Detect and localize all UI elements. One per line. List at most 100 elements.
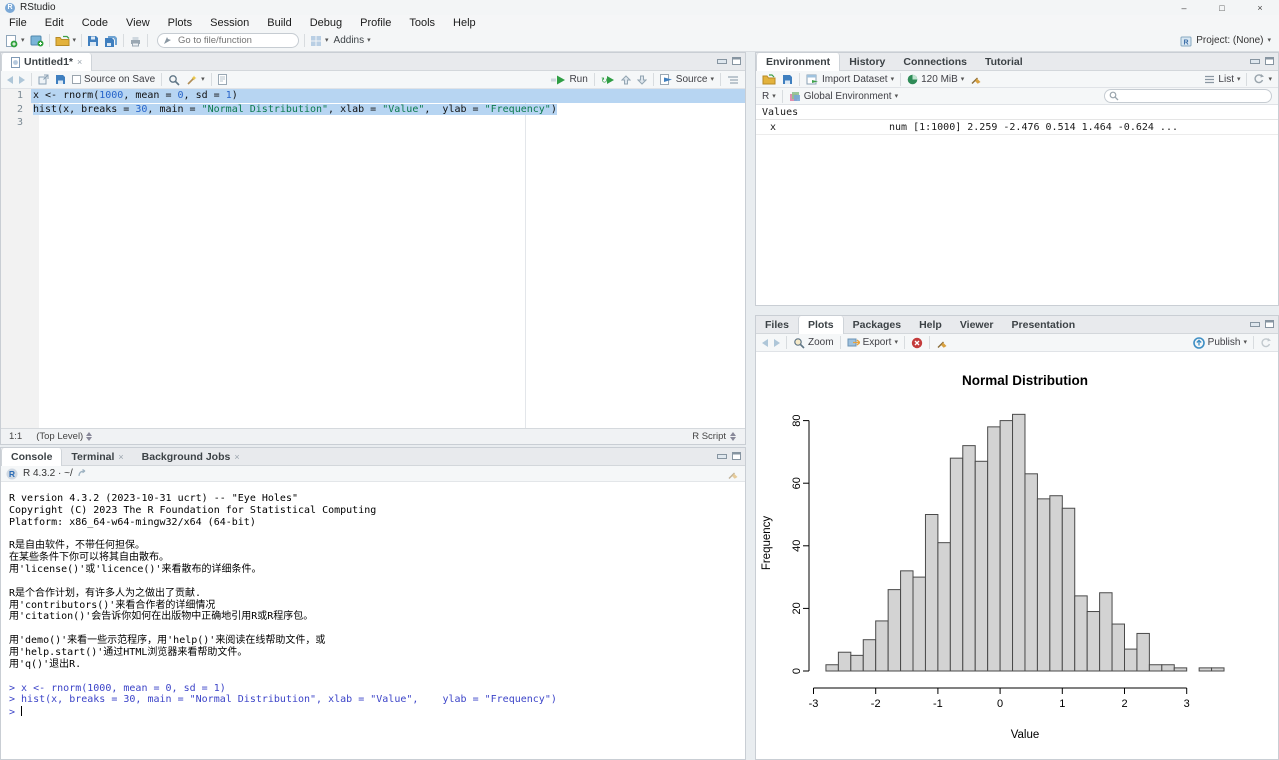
refresh-environment-button[interactable]: ▾ [1253,73,1272,85]
menu-session[interactable]: Session [201,17,258,29]
find-replace-icon[interactable] [168,74,180,86]
menu-build[interactable]: Build [258,17,300,29]
up-arrow-icon[interactable] [621,75,631,85]
menu-tools[interactable]: Tools [400,17,444,29]
zoom-plot-button[interactable]: Zoom [793,337,834,349]
menu-help[interactable]: Help [444,17,485,29]
object-value: num [1:1000] 2.259 -2.476 0.514 1.464 -0… [889,120,1178,134]
tab-console[interactable]: Console [1,448,62,466]
window-maximize-button[interactable]: □ [1203,0,1241,15]
tab-tutorial[interactable]: Tutorial [976,53,1032,70]
window-minimize-button[interactable]: – [1165,0,1203,15]
code-tools-button[interactable]: ▾ [186,74,205,86]
main-toolbar: ▾ ▾ ▾ Addins ▾ R Project: (No [0,30,1279,52]
menu-profile[interactable]: Profile [351,17,400,29]
print-button[interactable] [129,35,142,47]
environment-entry-x[interactable]: x num [1:1000] 2.259 -2.476 0.514 1.464 … [756,120,1278,135]
import-dataset-button[interactable]: Import Dataset ▾ [806,74,894,85]
menu-plots[interactable]: Plots [159,17,201,29]
new-file-button[interactable]: ▾ [5,34,25,48]
environment-search-input[interactable] [1104,89,1272,103]
maximize-pane-icon[interactable] [732,452,741,460]
tab-help[interactable]: Help [910,316,951,333]
console-output-line: 用'citation()'会告诉你如何在出版物中正确地引用R或R程序包。 [9,611,745,623]
console-working-dir[interactable]: R 4.3.2 · ~/ [23,468,73,479]
minimize-pane-icon[interactable] [717,57,727,65]
refresh-plot-icon[interactable] [1260,337,1272,349]
scope-selector[interactable]: (Top Level) [36,431,93,442]
console-output-line: R是个合作计划，有许多人为之做出了贡献. [9,588,745,600]
tab-environment[interactable]: Environment [756,53,840,71]
next-plot-icon[interactable] [774,339,780,347]
code-line: 2hist(x, breaks = 30, main = "Normal Dis… [1,103,745,117]
checkbox-icon [72,75,81,84]
goto-file-input[interactable] [157,33,299,48]
menu-view[interactable]: View [117,17,159,29]
memory-pie-icon [907,74,918,85]
minimize-pane-icon[interactable] [1250,57,1260,65]
close-jobs-icon[interactable]: × [234,452,239,462]
scope-chooser-icon [86,432,93,441]
save-all-button[interactable] [104,35,118,47]
forward-icon[interactable] [19,76,25,84]
editor-tab-untitled1[interactable]: Untitled1* × [1,53,92,71]
tab-viewer[interactable]: Viewer [951,316,1003,333]
code-editor[interactable]: 1x <- rnorm(1000, mean = 0, sd = 1)2hist… [1,89,745,430]
rerun-icon[interactable]: ↻ [601,75,615,85]
back-icon[interactable] [7,76,13,84]
save-icon[interactable] [55,74,66,85]
environment-scope-selector[interactable]: Global Environment ▾ [789,91,898,102]
console-output[interactable]: R version 4.3.2 (2023-10-31 ucrt) -- "Ey… [1,482,745,719]
window-close-button[interactable]: × [1241,0,1279,15]
shortcuts-button[interactable]: ▾ [310,35,329,47]
tab-plots[interactable]: Plots [798,316,844,334]
minimize-pane-icon[interactable] [717,452,727,460]
tab-background-jobs[interactable]: Background Jobs× [133,448,249,465]
tab-files[interactable]: Files [756,316,798,333]
maximize-pane-icon[interactable] [1265,320,1274,328]
tab-terminal[interactable]: Terminal× [62,448,132,465]
remove-plot-icon[interactable] [911,337,923,349]
addins-button[interactable]: Addins ▾ [334,35,371,46]
previous-plot-icon[interactable] [762,339,768,347]
clear-all-plots-icon[interactable] [936,337,948,349]
maximize-pane-icon[interactable] [732,57,741,65]
load-workspace-icon[interactable] [762,74,776,85]
close-tab-icon[interactable]: × [77,57,82,67]
close-terminal-icon[interactable]: × [118,452,123,462]
export-plot-button[interactable]: Export ▾ [847,337,898,348]
down-arrow-icon[interactable] [637,75,647,85]
memory-usage-button[interactable]: 120 MiB ▾ [907,74,964,85]
source-button[interactable]: Source ▾ [660,74,714,85]
filetype-selector[interactable]: R Script [692,431,737,442]
open-in-files-icon[interactable] [78,469,88,478]
menubar: File Edit Code View Plots Session Build … [0,15,1279,30]
list-view-button[interactable]: List ▾ [1204,74,1240,85]
document-outline-icon[interactable] [727,75,739,85]
menu-file[interactable]: File [0,17,36,29]
menu-edit[interactable]: Edit [36,17,73,29]
compile-report-icon[interactable] [218,74,227,85]
project-menu-button[interactable]: R Project: (None) ▾ [1180,35,1271,47]
maximize-pane-icon[interactable] [1265,57,1274,65]
svg-text:-1: -1 [933,698,943,710]
tab-presentation[interactable]: Presentation [1003,316,1085,333]
clear-environment-icon[interactable] [970,73,982,85]
open-file-button[interactable]: ▾ [55,35,77,47]
publish-button[interactable]: Publish ▾ [1193,337,1247,349]
source-on-save-toggle[interactable]: Source on Save [72,74,155,85]
new-project-button[interactable] [30,34,44,47]
console-header: R R 4.3.2 · ~/ [1,466,745,482]
save-workspace-icon[interactable] [782,74,793,85]
popout-icon[interactable] [38,74,49,85]
tab-packages[interactable]: Packages [844,316,910,333]
minimize-pane-icon[interactable] [1250,320,1260,328]
clear-console-icon[interactable] [727,468,739,480]
menu-code[interactable]: Code [73,17,117,29]
tab-history[interactable]: History [840,53,894,70]
menu-debug[interactable]: Debug [301,17,351,29]
language-selector[interactable]: R ▾ [762,91,776,102]
run-button[interactable]: Run [551,74,587,85]
save-button[interactable] [87,35,99,47]
tab-connections[interactable]: Connections [894,53,976,70]
